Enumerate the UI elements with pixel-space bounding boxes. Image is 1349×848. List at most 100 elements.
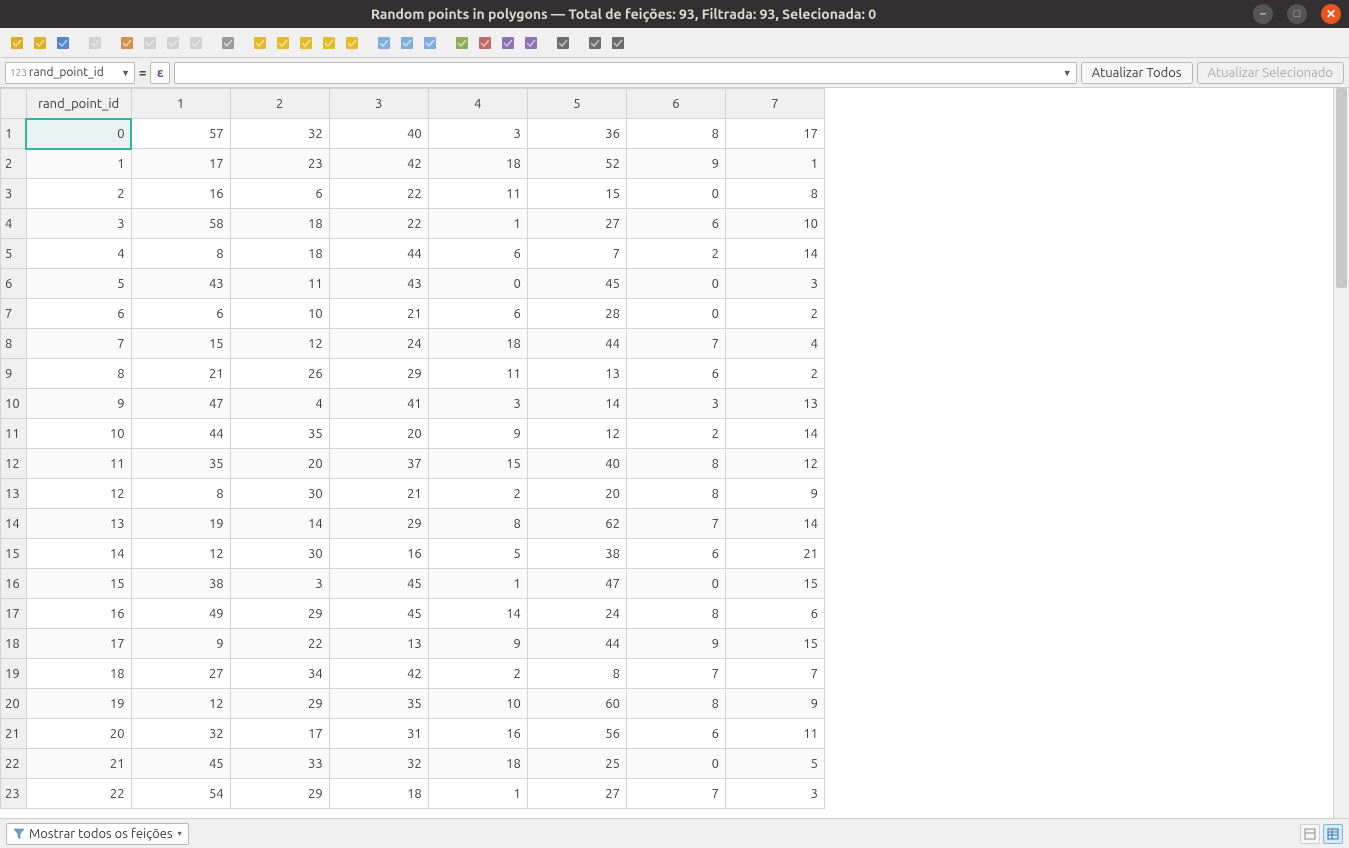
table-cell[interactable]: 18 [428,149,527,179]
form-view-button[interactable] [1300,824,1320,844]
table-cell[interactable]: 40 [329,119,428,149]
update-all-button[interactable]: Atualizar Todos [1081,62,1193,84]
table-cell[interactable]: 2 [626,239,725,269]
table-cell[interactable]: 6 [725,599,824,629]
table-cell[interactable]: 44 [527,329,626,359]
table-cell[interactable]: 32 [230,119,329,149]
table-cell[interactable]: 28 [527,299,626,329]
table-cell[interactable]: 0 [626,569,725,599]
table-cell[interactable]: 18 [428,329,527,359]
column-header[interactable]: 2 [230,89,329,119]
table-cell[interactable]: 29 [230,779,329,809]
table-cell[interactable]: 45 [329,569,428,599]
table-cell[interactable]: 27 [527,779,626,809]
table-cell[interactable]: 20 [527,479,626,509]
table-cell[interactable]: 57 [131,119,230,149]
table-row[interactable]: 43581822127610 [1,209,825,239]
table-row[interactable]: 10947441314313 [1,389,825,419]
table-row[interactable]: 98212629111362 [1,359,825,389]
table-cell[interactable]: 8 [131,239,230,269]
table-row[interactable]: 1716492945142486 [1,599,825,629]
table-cell[interactable]: 15 [428,449,527,479]
table-cell[interactable]: 8 [626,449,725,479]
table-row[interactable]: 12113520371540812 [1,449,825,479]
row-header[interactable]: 15 [1,539,27,569]
table-cell[interactable]: 43 [131,269,230,299]
table-cell[interactable]: 7 [26,329,131,359]
table-cell[interactable]: 21 [131,359,230,389]
table-cell[interactable]: 3 [626,389,725,419]
table-cell[interactable]: 52 [527,149,626,179]
table-cell[interactable]: 15 [527,179,626,209]
row-header[interactable]: 16 [1,569,27,599]
table-cell[interactable]: 25 [527,749,626,779]
row-header[interactable]: 22 [1,749,27,779]
table-cell[interactable]: 23 [230,149,329,179]
row-header[interactable]: 4 [1,209,27,239]
table-cell[interactable]: 29 [329,359,428,389]
table-cell[interactable]: 9 [725,689,824,719]
table-cell[interactable]: 11 [428,179,527,209]
table-cell[interactable]: 9 [131,629,230,659]
table-cell[interactable]: 3 [428,119,527,149]
row-header[interactable]: 7 [1,299,27,329]
table-cell[interactable]: 1 [428,209,527,239]
table-cell[interactable]: 2 [725,299,824,329]
table-cell[interactable]: 10 [230,299,329,329]
table-cell[interactable]: 7 [626,509,725,539]
expression-input[interactable]: ▼ [174,62,1076,84]
table-cell[interactable]: 35 [329,689,428,719]
table-cell[interactable]: 10 [26,419,131,449]
table-cell[interactable]: 22 [329,179,428,209]
table-cell[interactable]: 14 [26,539,131,569]
table-cell[interactable]: 17 [26,629,131,659]
table-cell[interactable]: 30 [230,539,329,569]
table-corner[interactable] [1,89,27,119]
table-cell[interactable]: 14 [230,509,329,539]
table-cell[interactable]: 14 [527,389,626,419]
actions-button[interactable] [552,32,574,54]
field-selector[interactable]: 123 rand_point_id ▼ [5,62,135,84]
table-cell[interactable]: 2 [428,479,527,509]
table-cell[interactable]: 7 [626,329,725,359]
table-cell[interactable]: 0 [26,119,131,149]
table-cell[interactable]: 1 [26,149,131,179]
table-cell[interactable]: 36 [527,119,626,149]
table-cell[interactable]: 18 [230,239,329,269]
table-view-button[interactable] [1323,824,1343,844]
table-cell[interactable]: 45 [527,269,626,299]
table-cell[interactable]: 2 [26,179,131,209]
table-cell[interactable]: 16 [131,179,230,209]
table-cell[interactable]: 3 [725,779,824,809]
table-cell[interactable]: 21 [26,749,131,779]
column-header[interactable]: 1 [131,89,230,119]
table-cell[interactable]: 7 [626,779,725,809]
table-cell[interactable]: 3 [725,269,824,299]
table-cell[interactable]: 8 [428,509,527,539]
table-row[interactable]: 2221453332182505 [1,749,825,779]
table-row[interactable]: 1110443520912214 [1,419,825,449]
table-cell[interactable]: 18 [26,659,131,689]
table-cell[interactable]: 6 [131,299,230,329]
table-cell[interactable]: 4 [26,239,131,269]
maximize-button[interactable]: □ [1287,4,1307,24]
row-header[interactable]: 18 [1,629,27,659]
table-cell[interactable]: 6 [626,209,725,239]
row-header[interactable]: 11 [1,419,27,449]
table-cell[interactable]: 27 [527,209,626,239]
table-cell[interactable]: 17 [131,149,230,179]
table-cell[interactable]: 14 [428,599,527,629]
table-row[interactable]: 1514123016538621 [1,539,825,569]
table-cell[interactable]: 2 [626,419,725,449]
table-cell[interactable]: 20 [329,419,428,449]
table-cell[interactable]: 2 [428,659,527,689]
table-cell[interactable]: 38 [527,539,626,569]
table-cell[interactable]: 13 [329,629,428,659]
table-cell[interactable]: 20 [230,449,329,479]
table-cell[interactable]: 6 [26,299,131,329]
table-cell[interactable]: 2 [725,359,824,389]
table-cell[interactable]: 12 [131,689,230,719]
table-row[interactable]: 232254291812773 [1,779,825,809]
table-cell[interactable]: 33 [230,749,329,779]
move-top-button[interactable] [373,32,395,54]
